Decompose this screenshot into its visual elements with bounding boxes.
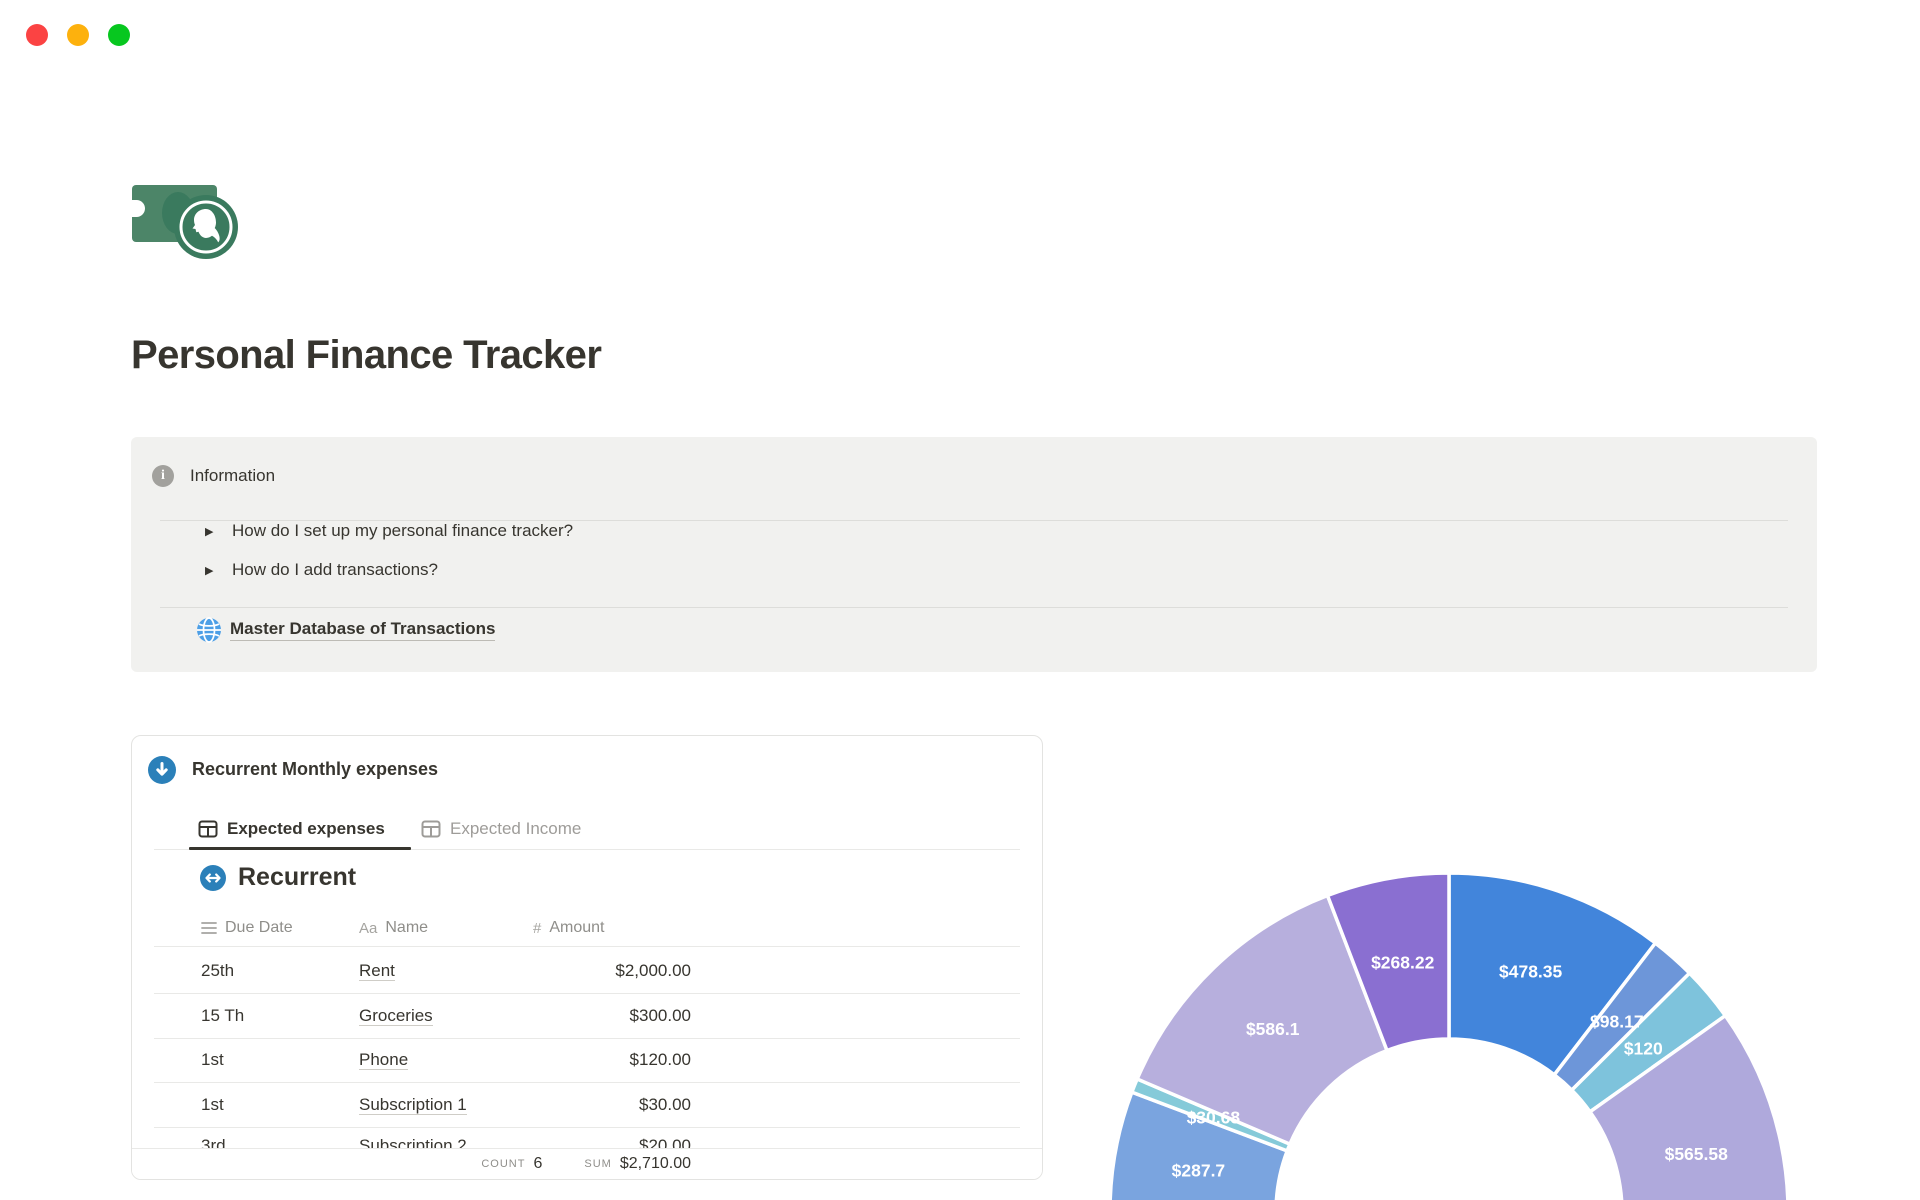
callout-title: Information <box>190 466 276 485</box>
table-footer[interactable]: COUNT 6 SUM $2,710.00 <box>132 1148 1042 1179</box>
divider <box>154 1038 1020 1039</box>
toggle-arrow-icon[interactable]: ▶ <box>205 525 232 538</box>
toggle-arrow-icon[interactable]: ▶ <box>205 564 232 577</box>
divider <box>154 946 1020 947</box>
cell-due-date[interactable]: 15 Th <box>201 1004 244 1028</box>
donut-chart[interactable]: $478.35 $98.17 $120 $565.58 $287.7 $30.68 $586… <box>1060 860 1920 1200</box>
divider <box>160 607 1788 608</box>
chart-label: $586.1 <box>1246 1019 1300 1039</box>
chart-label: $287.7 <box>1172 1161 1226 1181</box>
tab-expected-income[interactable]: Expected Income <box>421 816 581 842</box>
active-tab-underline <box>189 847 411 850</box>
card-title: Recurrent Monthly expenses <box>192 759 439 779</box>
divider <box>154 1127 1020 1128</box>
chart-label: $120 <box>1624 1038 1663 1058</box>
minimize-button[interactable] <box>67 24 89 46</box>
tab-label: Expected Income <box>450 819 582 838</box>
toggle-label: How do I add transactions? <box>232 560 439 579</box>
hash-icon: # <box>533 919 542 937</box>
chart-label: $30.68 <box>1187 1107 1241 1127</box>
chart-label: $565.58 <box>1665 1144 1729 1164</box>
cell-name[interactable]: Phone <box>359 1048 409 1072</box>
cell-name[interactable]: Groceries <box>359 1004 433 1028</box>
info-callout: i Information ▶ How do I set up my perso… <box>131 437 1817 672</box>
chart-label: $268.22 <box>1371 952 1435 972</box>
count-label[interactable]: COUNT <box>481 1158 525 1170</box>
divider <box>154 1082 1020 1083</box>
cell-amount[interactable]: $30.00 <box>462 1093 691 1117</box>
sum-value: $2,710.00 <box>619 1155 691 1172</box>
zoom-button[interactable] <box>108 24 130 46</box>
table-icon <box>198 820 218 838</box>
column-header-name[interactable]: Aa Name <box>359 917 428 939</box>
info-icon: i <box>152 465 174 487</box>
section-title: Recurrent <box>238 863 357 891</box>
tab-label: Expected expenses <box>227 819 385 838</box>
tab-expected-expenses[interactable]: Expected expenses <box>198 816 385 842</box>
cell-amount[interactable]: $300.00 <box>462 1004 691 1028</box>
toggle-item-setup[interactable]: ▶ How do I set up my personal finance tr… <box>205 519 573 543</box>
chart-label: $478.35 <box>1499 961 1563 981</box>
close-button[interactable] <box>26 24 48 46</box>
dollar-banknote-icon[interactable] <box>131 183 241 263</box>
database-link[interactable]: Master Database of Transactions <box>196 617 496 643</box>
cell-name[interactable]: Rent <box>359 959 395 983</box>
column-label: Due Date <box>225 919 293 936</box>
cell-amount[interactable]: $120.00 <box>462 1048 691 1072</box>
link-label[interactable]: Master Database of Transactions <box>230 619 496 641</box>
left-right-arrows-circle-icon <box>200 865 226 891</box>
cell-name[interactable]: Subscription 1 <box>359 1093 467 1117</box>
expenses-card: Recurrent Monthly expenses Expected expe… <box>131 735 1043 1180</box>
toggle-label: How do I set up my personal finance trac… <box>232 521 574 540</box>
chart-label: $98.17 <box>1590 1011 1644 1031</box>
cell-due-date[interactable]: 25th <box>201 959 234 983</box>
column-label: Name <box>385 919 429 936</box>
globe-icon <box>197 617 221 643</box>
column-header-amount[interactable]: # Amount <box>533 917 604 939</box>
table-icon <box>421 820 441 838</box>
sum-label[interactable]: SUM <box>584 1158 611 1170</box>
arrow-down-circle-icon <box>148 756 176 784</box>
cell-amount[interactable]: $2,000.00 <box>462 959 691 983</box>
lines-icon <box>201 922 217 934</box>
cell-due-date[interactable]: 1st <box>201 1048 224 1072</box>
toggle-item-add-transactions[interactable]: ▶ How do I add transactions? <box>205 558 438 582</box>
page-title: Personal Finance Tracker <box>131 333 602 377</box>
cell-due-date[interactable]: 1st <box>201 1093 224 1117</box>
column-label: Amount <box>549 919 605 936</box>
aa-icon: Aa <box>359 919 378 937</box>
divider <box>154 993 1020 994</box>
column-header-due-date[interactable]: Due Date <box>201 917 293 939</box>
count-value: 6 <box>533 1155 543 1172</box>
